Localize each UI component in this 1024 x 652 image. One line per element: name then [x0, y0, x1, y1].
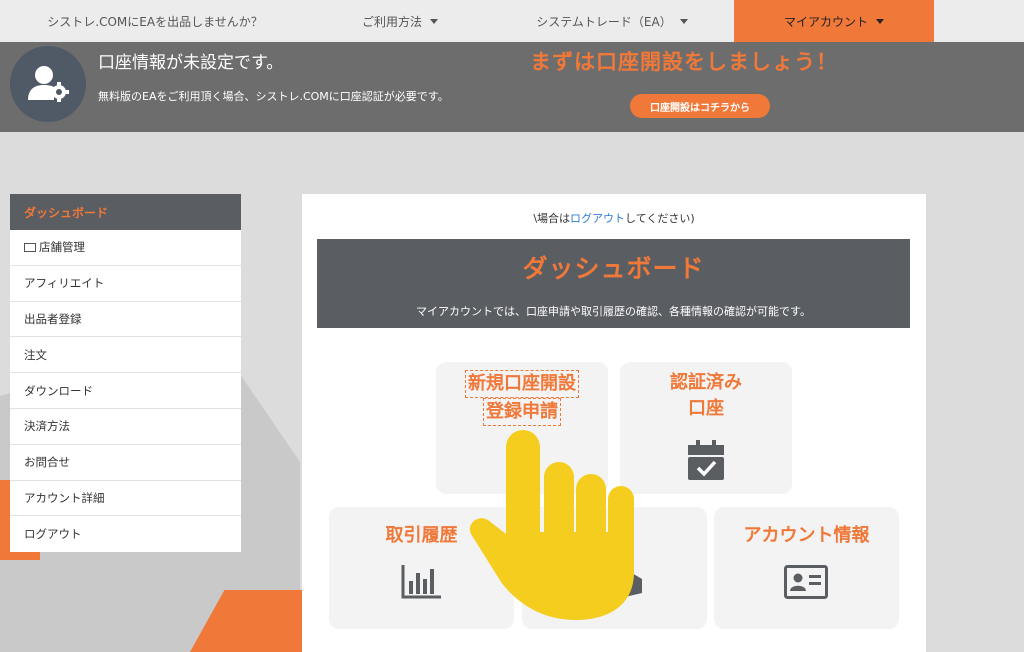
page-title: ダッシュボード — [522, 254, 705, 283]
verified-label-line2: 口座 — [688, 398, 724, 419]
id-card-icon — [784, 565, 828, 599]
account-info-card[interactable]: アカウント情報 — [714, 507, 899, 629]
chevron-down-icon — [876, 18, 884, 24]
banner-title: 口座情報が未設定です。 — [98, 53, 284, 73]
open-account-button[interactable]: 口座開設はコチラから — [630, 94, 770, 118]
account-sidebar: ダッシュボード 店舗管理 アフィリエイト 出品者登録 注文 ダウンロード 決済方… — [10, 194, 241, 553]
calendar-check-icon — [688, 440, 724, 480]
sidebar-item-contact[interactable]: お問合せ — [10, 445, 241, 481]
account-notice-banner: 口座情報が未設定です。 無料版のEAをご利用頂く場合、シストレ.COMに口座認証… — [0, 42, 1024, 132]
dashboard-header: ダッシュボード マイアカウントでは、口座申請や取引履歴の確認、各種情報の確認が可… — [317, 239, 910, 328]
new-account-label-line1: 新規口座開設 — [465, 370, 579, 398]
pointing-hand-icon — [469, 430, 634, 620]
nav-usage[interactable]: ご利用方法 — [310, 0, 490, 42]
logout-link[interactable]: ログアウト — [570, 212, 625, 225]
verified-label-line1: 認証済み — [670, 372, 742, 393]
sidebar-item-dashboard[interactable]: ダッシュボード — [10, 194, 241, 230]
user-settings-icon — [10, 46, 86, 122]
sidebar-item-account-details[interactable]: アカウント詳細 — [10, 481, 241, 517]
nav-my-account[interactable]: マイアカウント — [734, 0, 934, 42]
sidebar-item-seller-registration[interactable]: 出品者登録 — [10, 302, 241, 338]
chevron-down-icon — [679, 18, 688, 24]
top-nav: シストレ.COMにEAを出品しませんか？ ご利用方法 システムトレード（EA） … — [0, 0, 1024, 42]
sidebar-item-logout[interactable]: ログアウト — [10, 516, 241, 552]
sidebar-item-affiliate[interactable]: アフィリエイト — [10, 266, 241, 302]
banner-description: 無料版のEAをご利用頂く場合、シストレ.COMに口座認証が必要です。 — [98, 90, 449, 103]
nav-system-trade[interactable]: システムトレード（EA） — [490, 0, 734, 42]
sidebar-item-downloads[interactable]: ダウンロード — [10, 373, 241, 409]
page-subtitle: マイアカウントでは、口座申請や取引履歴の確認、各種情報の確認が可能です。 — [416, 305, 811, 318]
nav-sell-ea[interactable]: シストレ.COMにEAを出品しませんか？ — [0, 0, 310, 42]
verified-accounts-card[interactable]: 認証済み 口座 — [620, 362, 792, 494]
store-icon — [24, 242, 36, 252]
sidebar-item-orders[interactable]: 注文 — [10, 337, 241, 374]
banner-cta-heading: まずは口座開設をしましょう！ — [530, 50, 838, 74]
chevron-down-icon — [430, 18, 438, 24]
sidebar-item-store[interactable]: 店舗管理 — [10, 230, 241, 266]
sidebar-item-payment-methods[interactable]: 決済方法 — [10, 409, 241, 445]
account-info-label: アカウント情報 — [743, 525, 870, 546]
bar-chart-icon — [401, 565, 441, 599]
logout-note: \場合はログアウトしてください) — [533, 212, 695, 225]
